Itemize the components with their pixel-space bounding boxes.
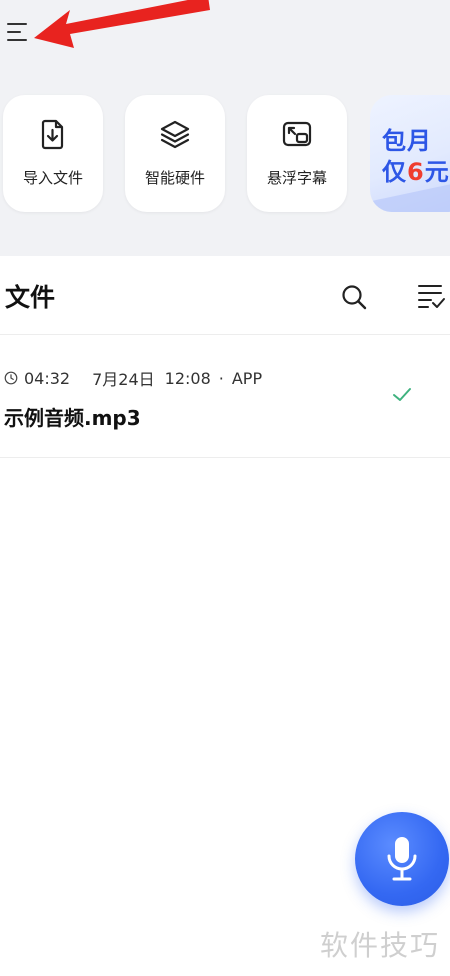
file-duration: 04:32 bbox=[24, 368, 71, 388]
files-header: 文件 bbox=[0, 256, 450, 336]
promo-line2: 仅6元 bbox=[382, 152, 450, 187]
clock-icon bbox=[4, 371, 18, 385]
promo-price: 6 bbox=[407, 158, 425, 186]
file-source: APP bbox=[231, 368, 263, 388]
batch-select-icon[interactable] bbox=[416, 281, 446, 311]
divider bbox=[0, 334, 450, 335]
list-item[interactable]: 04:32 7月24日 12:08 · APP 示例音频.mp3 bbox=[0, 336, 450, 456]
promo-line1: 包月 bbox=[382, 127, 432, 155]
file-date: 7月24日 bbox=[92, 370, 155, 389]
divider bbox=[0, 457, 450, 458]
floating-subtitle-label: 悬浮字幕 bbox=[266, 169, 327, 187]
meta-separator: · bbox=[218, 368, 224, 388]
file-time: 12:08 bbox=[164, 368, 211, 388]
menu-icon[interactable] bbox=[6, 20, 30, 44]
import-file-label: 导入文件 bbox=[22, 169, 83, 187]
import-file-button[interactable]: 导入文件 bbox=[3, 95, 103, 212]
layers-icon bbox=[160, 120, 190, 149]
import-file-icon bbox=[41, 119, 64, 150]
smart-hardware-button[interactable]: 智能硬件 bbox=[125, 95, 225, 212]
red-arrow-annotation bbox=[34, 0, 210, 48]
file-name: 示例音频.mp3 bbox=[4, 406, 141, 430]
search-icon[interactable] bbox=[340, 283, 368, 311]
watermark: 软件技巧 bbox=[320, 929, 441, 962]
promo-line2-suffix: 元 bbox=[424, 158, 450, 186]
microphone-icon bbox=[387, 837, 417, 881]
files-title: 文件 bbox=[5, 283, 56, 312]
quick-actions-row: 导入文件 智能硬件 悬浮字幕 包月 仅6元 bbox=[0, 95, 450, 213]
floating-window-icon bbox=[282, 121, 312, 147]
check-icon bbox=[393, 388, 411, 401]
smart-hardware-label: 智能硬件 bbox=[144, 169, 205, 187]
file-meta: 04:32 7月24日 12:08 · APP bbox=[4, 366, 262, 390]
promo-banner[interactable]: 包月 仅6元 bbox=[370, 95, 450, 212]
floating-subtitle-button[interactable]: 悬浮字幕 bbox=[247, 95, 347, 212]
promo-line2-prefix: 仅 bbox=[382, 158, 407, 186]
record-button[interactable] bbox=[355, 812, 449, 906]
